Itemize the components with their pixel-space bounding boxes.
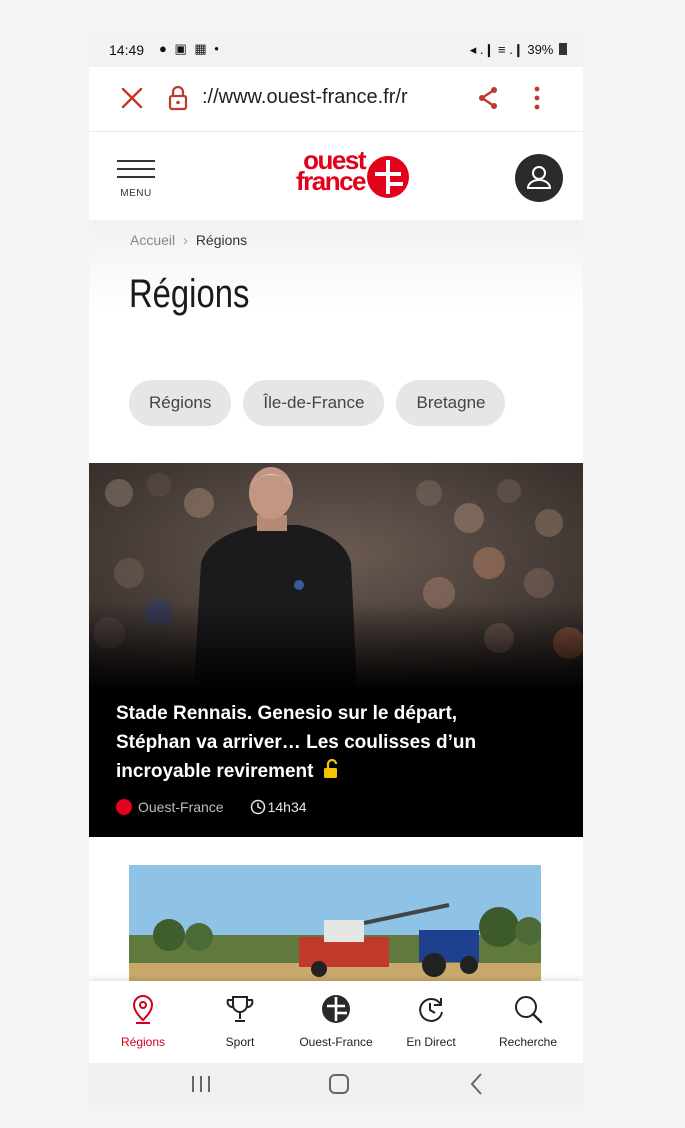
logo-wordmark: ouest france [295, 145, 367, 196]
chip-regions[interactable]: Régions [129, 380, 232, 426]
nav-en-direct-label: En Direct [406, 1035, 456, 1049]
nav-sport-label: Sport [225, 1035, 255, 1049]
region-chips: Régions Île-de-France Bretagne [129, 380, 583, 426]
nav-recherche-label: Recherche [498, 1035, 558, 1049]
article-title: Stade Rennais. Genesio sur le départ, St… [116, 703, 477, 782]
logo-mark-icon [367, 156, 409, 198]
url-bar[interactable]: ://www.ouest-france.fr/r [202, 86, 464, 109]
close-icon[interactable] [117, 83, 147, 113]
nav-recherche[interactable]: Recherche [483, 981, 573, 1063]
live-clock-icon [416, 993, 446, 1025]
chip-ile-de-france[interactable]: Île-de-France [243, 380, 385, 426]
status-time: 14:49 [109, 42, 145, 58]
nav-en-direct[interactable]: En Direct [386, 981, 476, 1063]
breadcrumb: Accueil › Régions [130, 232, 247, 248]
location-pin-icon [128, 993, 158, 1025]
profile-button[interactable] [515, 154, 563, 202]
article-source: Ouest-France [138, 799, 224, 815]
featured-article[interactable]: Stade Rennais. Genesio sur le départ, St… [89, 463, 583, 837]
battery-icon [559, 43, 567, 55]
page-title: Régions [129, 272, 250, 316]
nav-sport[interactable]: Sport [195, 981, 285, 1063]
trophy-icon [225, 993, 255, 1025]
nav-ouest-france-label: Ouest-France [299, 1035, 373, 1049]
battery-level: 39% [527, 42, 554, 57]
home-icon[interactable] [319, 1069, 359, 1099]
back-icon[interactable] [457, 1069, 497, 1099]
ouest-france-logo[interactable]: ouest france [261, 145, 411, 202]
hamburger-icon [117, 160, 155, 162]
android-navigation-bar [89, 1063, 583, 1105]
site-header: MENU ouest france [89, 132, 583, 220]
system-status: ◂ .❙ ≡ .❙ 39% [470, 42, 567, 58]
recents-icon[interactable] [181, 1069, 221, 1099]
status-bar: 14:49 ● ▣ ▦ • ◂ .❙ ≡ .❙ 39% [89, 33, 583, 67]
breadcrumb-separator: › [183, 232, 188, 248]
user-icon [526, 166, 552, 189]
clock-icon [250, 799, 266, 815]
search-icon [513, 993, 543, 1025]
nav-regions-label: Régions [120, 1035, 166, 1049]
page-hero: Accueil › Régions Régions Régions Île-de-Fr… [89, 220, 583, 463]
more-vertical-icon[interactable] [529, 83, 545, 113]
nav-ouest-france[interactable]: Ouest-France [291, 981, 381, 1063]
signal-icons: ◂ .❙ ≡ .❙ [469, 42, 524, 57]
menu-label: MENU [120, 188, 152, 199]
article-preview-photo[interactable] [129, 865, 541, 985]
bottom-navigation: Régions Sport Ouest-France En Direct Rec… [89, 981, 583, 1063]
share-icon[interactable] [475, 84, 501, 112]
phone-screen: 14:49 ● ▣ ▦ • ◂ .❙ ≡ .❙ 39% ://www.ouest… [89, 33, 583, 1105]
browser-toolbar: ://www.ouest-france.fr/r [89, 67, 583, 132]
chip-bretagne[interactable]: Bretagne [396, 380, 506, 426]
lock-icon[interactable] [167, 85, 189, 111]
menu-button[interactable]: MENU [115, 158, 157, 199]
article-meta: Ouest-France 14h34 [116, 799, 307, 815]
article-photo [89, 463, 583, 688]
nav-regions[interactable]: Régions [98, 981, 188, 1063]
source-logo-icon [116, 799, 132, 815]
breadcrumb-home[interactable]: Accueil [130, 232, 175, 248]
notification-icons: ● ▣ ▦ • [159, 41, 221, 56]
breadcrumb-current: Régions [195, 232, 248, 248]
article-time: 14h34 [267, 799, 307, 815]
unlock-icon [323, 758, 341, 779]
ouest-france-logo-icon [321, 993, 351, 1025]
